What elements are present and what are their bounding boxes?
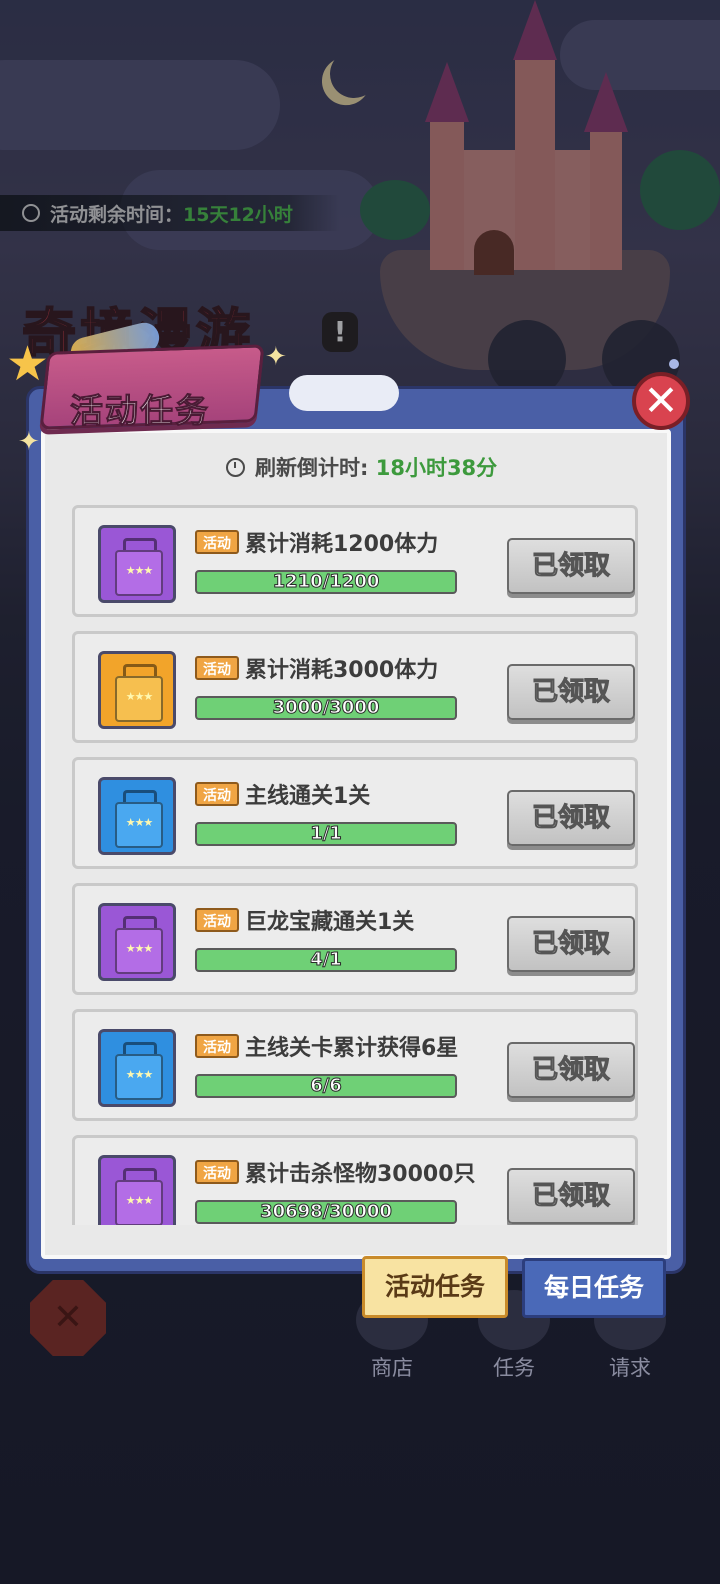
blue-chest-icon: ★★★ bbox=[98, 777, 176, 855]
progress-text: 6/6 bbox=[310, 1075, 343, 1096]
claimed-button[interactable]: 已领取 bbox=[507, 538, 635, 594]
progress-text: 4/1 bbox=[310, 949, 343, 970]
clock-icon bbox=[226, 458, 245, 477]
progress-bar: 3000/3000 bbox=[195, 696, 457, 720]
task-card: ★★★ 活动 累计消耗3000体力 3000/3000 已领取 bbox=[72, 631, 638, 743]
claimed-button[interactable]: 已领取 bbox=[507, 916, 635, 972]
blue-chest-icon: ★★★ bbox=[98, 1029, 176, 1107]
task-card: ★★★ 活动 主线关卡累计获得6星 6/6 已领取 bbox=[72, 1009, 638, 1121]
task-title: 累计消耗1200体力 bbox=[245, 532, 439, 557]
activity-tag: 活动 bbox=[195, 656, 239, 680]
progress-text: 3000/3000 bbox=[272, 697, 380, 718]
task-title: 主线通关1关 bbox=[245, 784, 371, 809]
task-card: ★★★ 活动 累计击杀怪物30000只 30698/30000 已领取 bbox=[72, 1135, 638, 1225]
claimed-button[interactable]: 已领取 bbox=[507, 664, 635, 720]
claimed-button[interactable]: 已领取 bbox=[507, 1168, 635, 1224]
nav-request-label: 请求 bbox=[609, 1356, 651, 1380]
activity-tag: 活动 bbox=[195, 530, 239, 554]
close-icon: ✕ bbox=[643, 376, 679, 425]
activity-tag: 活动 bbox=[195, 1160, 239, 1184]
task-list[interactable]: ★★★ 活动 累计消耗1200体力 1210/1200 已领取 ★★★ 活动 累… bbox=[62, 495, 648, 1225]
tab-daily-tasks[interactable]: 每日任务 bbox=[522, 1258, 666, 1318]
task-title: 累计消耗3000体力 bbox=[245, 658, 439, 683]
star-icon: ✦ bbox=[265, 342, 287, 372]
refresh-value: 18小时38分 bbox=[375, 456, 498, 480]
battle-icon[interactable]: ✕ bbox=[30, 1280, 106, 1356]
sparkle-icon bbox=[669, 359, 679, 369]
task-card: ★★★ 活动 累计消耗1200体力 1210/1200 已领取 bbox=[72, 505, 638, 617]
task-card: ★★★ 活动 巨龙宝藏通关1关 4/1 已领取 bbox=[72, 883, 638, 995]
progress-text: 1210/1200 bbox=[272, 571, 380, 592]
task-title: 累计击杀怪物30000只 bbox=[245, 1162, 476, 1187]
progress-bar: 30698/30000 bbox=[195, 1200, 457, 1224]
cloud-decoration bbox=[289, 375, 399, 411]
claimed-button[interactable]: 已领取 bbox=[507, 1042, 635, 1098]
progress-bar: 4/1 bbox=[195, 948, 457, 972]
tab-activity-tasks[interactable]: 活动任务 bbox=[362, 1256, 508, 1318]
purple-chest-icon: ★★★ bbox=[98, 903, 176, 981]
progress-bar: 1210/1200 bbox=[195, 570, 457, 594]
star-icon: ★ bbox=[6, 336, 50, 392]
purple-chest-icon: ★★★ bbox=[98, 1155, 176, 1225]
star-icon: ✦ bbox=[18, 427, 40, 457]
task-card: ★★★ 活动 主线通关1关 1/1 已领取 bbox=[72, 757, 638, 869]
task-title: 主线关卡累计获得6星 bbox=[245, 1036, 459, 1061]
refresh-countdown: 刷新倒计时: 18小时38分 bbox=[226, 452, 497, 482]
progress-bar: 1/1 bbox=[195, 822, 457, 846]
progress-text: 30698/30000 bbox=[260, 1201, 393, 1222]
activity-tag: 活动 bbox=[195, 782, 239, 806]
task-title: 巨龙宝藏通关1关 bbox=[245, 910, 415, 935]
nav-tasks-label: 任务 bbox=[493, 1356, 535, 1380]
gold-chest-icon: ★★★ bbox=[98, 651, 176, 729]
purple-chest-icon: ★★★ bbox=[98, 525, 176, 603]
progress-text: 1/1 bbox=[310, 823, 343, 844]
refresh-label: 刷新倒计时: bbox=[255, 456, 376, 480]
activity-tag: 活动 bbox=[195, 1034, 239, 1058]
activity-tag: 活动 bbox=[195, 908, 239, 932]
nav-shop-label: 商店 bbox=[371, 1356, 413, 1380]
modal-title: 活动任务 bbox=[70, 391, 210, 431]
close-button[interactable]: ✕ bbox=[632, 372, 690, 430]
claimed-button[interactable]: 已领取 bbox=[507, 790, 635, 846]
progress-bar: 6/6 bbox=[195, 1074, 457, 1098]
